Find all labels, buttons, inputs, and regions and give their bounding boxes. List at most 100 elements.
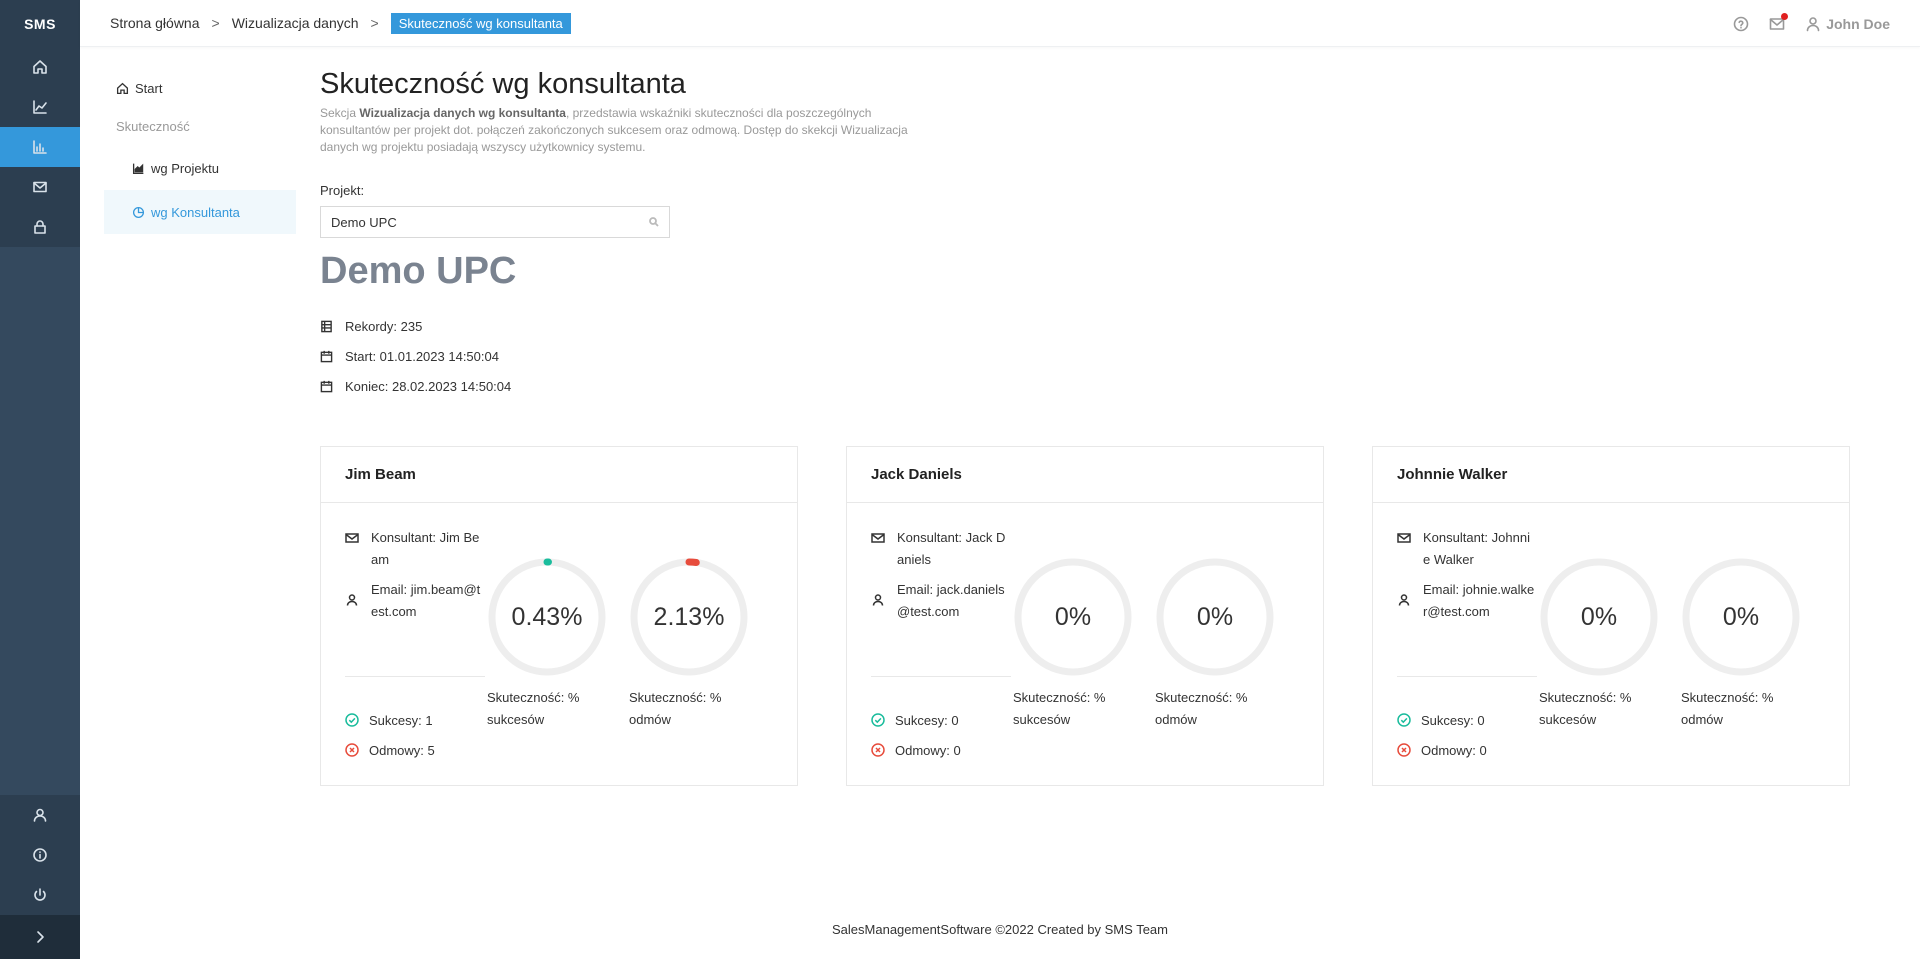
- pie-chart-icon: [132, 206, 145, 218]
- success-gauge-caption: Skuteczność: % sukcesów: [1013, 690, 1106, 727]
- subnav-start[interactable]: Start: [104, 70, 296, 106]
- power-icon: [34, 888, 46, 901]
- success-gauge-value: 0%: [1580, 602, 1618, 631]
- rail-home-button[interactable]: [0, 47, 80, 87]
- project-meta: Rekordy: 235 Start: 01.01.2023 14:50:04 …: [320, 311, 1850, 401]
- success-gauge: 0%: [1013, 557, 1133, 677]
- home-icon: [33, 60, 47, 74]
- rail-expand-button[interactable]: [0, 915, 80, 959]
- user-icon: [1806, 16, 1820, 31]
- reject-gauge: 2.13%: [629, 557, 749, 677]
- bar-chart-icon: [33, 140, 47, 154]
- notifications-button[interactable]: [1769, 12, 1789, 32]
- consultant-name-text: Konsultant: Jim Beam: [371, 530, 480, 567]
- project-select-value: Demo UPC: [331, 214, 397, 230]
- email-row: Email: jack.daniels@test.com: [871, 579, 1011, 623]
- start-row: Start: 01.01.2023 14:50:04: [320, 341, 1850, 371]
- rail-stats-button[interactable]: [0, 87, 80, 127]
- rail-mail-button[interactable]: [0, 167, 80, 207]
- page-description: Sekcja Wizualizacja danych wg konsultant…: [320, 105, 920, 156]
- card-title: Johnnie Walker: [1373, 447, 1849, 503]
- info-icon: [33, 848, 47, 862]
- breadcrumb-home[interactable]: Strona główna: [110, 15, 200, 31]
- consultant-name-text: Konsultant: Jack Daniels: [897, 530, 1006, 567]
- check-circle-icon: [1397, 713, 1411, 727]
- line-chart-icon: [33, 100, 47, 114]
- rejections-row: Odmowy: 0: [1397, 735, 1487, 765]
- rail-charts-button[interactable]: [0, 127, 80, 167]
- icon-rail: SMS: [0, 0, 80, 959]
- successes-text: Sukcesy: 0: [1421, 712, 1485, 728]
- consultant-row: Konsultant: Jack Daniels: [871, 527, 1011, 571]
- footer: SalesManagementSoftware ©2022 Created by…: [832, 922, 1168, 937]
- breadcrumb-visualization[interactable]: Wizualizacja danych: [232, 15, 359, 31]
- success-gauge-caption: Skuteczność: % sukcesów: [1539, 690, 1632, 727]
- breadcrumb-separator: >: [211, 15, 220, 31]
- consultant-card: Jack Daniels Konsultant: Jack Daniels Em…: [846, 446, 1324, 786]
- records-text: Rekordy: 235: [345, 318, 423, 334]
- records-row: Rekordy: 235: [320, 311, 1850, 341]
- main-content: Skuteczność wg konsultanta Sekcja Wizual…: [320, 68, 1850, 401]
- rail-logout-button[interactable]: [0, 875, 80, 915]
- area-chart-icon: [132, 163, 144, 174]
- email-text: Email: jack.daniels@test.com: [897, 582, 1005, 619]
- rail-info-button[interactable]: [0, 835, 80, 875]
- user-icon: [33, 808, 47, 822]
- successes-text: Sukcesy: 1: [369, 712, 433, 728]
- reject-gauge-caption: Skuteczność: % odmów: [629, 690, 722, 727]
- successes-row: Sukcesy: 0: [1397, 705, 1487, 735]
- consultant-stats: Sukcesy: 0 Odmowy: 0: [1397, 705, 1487, 765]
- rail-lock-button[interactable]: [0, 207, 80, 247]
- rejections-row: Odmowy: 0: [871, 735, 961, 765]
- app-logo[interactable]: SMS: [0, 0, 80, 47]
- home-icon: [116, 82, 129, 94]
- reject-gauge-caption: Skuteczność: % odmów: [1681, 690, 1774, 727]
- info-divider: [345, 676, 485, 677]
- subnav-by-project[interactable]: wg Projektu: [104, 146, 296, 190]
- info-divider: [871, 676, 1011, 677]
- consultant-stats: Sukcesy: 0 Odmowy: 0: [871, 705, 961, 765]
- mail-icon: [1397, 533, 1411, 543]
- calendar-icon: [320, 350, 333, 362]
- rejections-text: Odmowy: 5: [369, 742, 435, 758]
- success-gauge-value: 0.43%: [511, 602, 583, 631]
- check-circle-icon: [345, 713, 359, 727]
- lock-icon: [34, 220, 46, 234]
- subnav-by-consultant[interactable]: wg Konsultanta: [104, 190, 296, 234]
- card-title: Jim Beam: [321, 447, 797, 503]
- reject-gauge-caption: Skuteczność: % odmów: [1155, 690, 1248, 727]
- consultant-row: Konsultant: Johnnie Walker: [1397, 527, 1537, 571]
- calendar-icon: [320, 380, 333, 392]
- user-name: John Doe: [1826, 15, 1890, 32]
- project-select[interactable]: Demo UPC: [320, 206, 670, 238]
- breadcrumb-separator: >: [370, 15, 379, 31]
- rejections-row: Odmowy: 5: [345, 735, 435, 765]
- start-text: Start: 01.01.2023 14:50:04: [345, 348, 499, 364]
- email-text: Email: jim.beam@test.com: [371, 582, 481, 619]
- breadcrumb-current: Skuteczność wg konsultanta: [390, 12, 571, 34]
- reject-gauge-value: 2.13%: [653, 602, 725, 631]
- mail-icon: [871, 533, 885, 543]
- chevron-right-icon: [37, 931, 44, 943]
- top-bar: Strona główna > Wizualizacja danych > Sk…: [80, 0, 1920, 47]
- consultant-stats: Sukcesy: 1 Odmowy: 5: [345, 705, 435, 765]
- consultant-name-text: Konsultant: Johnnie Walker: [1423, 530, 1530, 567]
- notification-dot: [1781, 12, 1789, 20]
- success-gauge-caption: Skuteczność: % sukcesów: [487, 690, 580, 727]
- email-text: Email: johnie.walker@test.com: [1423, 582, 1535, 619]
- reject-gauge-value: 0%: [1196, 602, 1234, 631]
- user-menu[interactable]: John Doe: [1805, 16, 1890, 32]
- successes-row: Sukcesy: 1: [345, 705, 435, 735]
- project-label: Projekt:: [320, 183, 365, 198]
- rail-profile-button[interactable]: [0, 795, 80, 835]
- user-icon: [346, 594, 358, 606]
- rejections-text: Odmowy: 0: [895, 742, 961, 758]
- reject-gauge: 0%: [1681, 557, 1801, 677]
- x-circle-icon: [871, 743, 885, 757]
- success-gauge: 0.43%: [487, 557, 607, 677]
- help-icon[interactable]: [1733, 16, 1749, 32]
- info-divider: [1397, 676, 1537, 677]
- x-circle-icon: [345, 743, 359, 757]
- consultant-info: Konsultant: Johnnie Walker Email: johnie…: [1397, 527, 1537, 623]
- email-row: Email: jim.beam@test.com: [345, 579, 485, 623]
